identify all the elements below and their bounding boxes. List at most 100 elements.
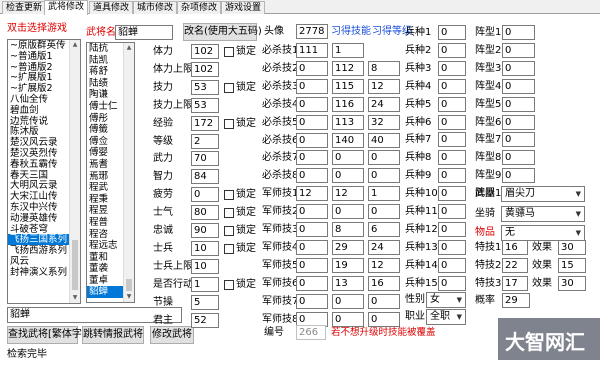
stat-input[interactable]: 2 <box>191 133 219 149</box>
stat-input[interactable]: 53 <box>191 79 219 95</box>
skill-input[interactable]: 0 <box>296 204 328 220</box>
troop-input[interactable]: 0 <box>438 221 466 237</box>
skill-input[interactable]: 0 <box>296 96 328 112</box>
formation-input[interactable]: 0 <box>502 114 535 130</box>
learned-level-input[interactable]: 0 <box>368 168 400 184</box>
skill-input[interactable]: 0 <box>296 60 328 76</box>
learned-level-input[interactable]: 24 <box>368 96 400 112</box>
special-input[interactable]: 22 <box>502 257 528 273</box>
game-list-item[interactable]: ~原版群英传 <box>8 40 70 51</box>
learned-skill-input[interactable]: 1 <box>332 43 364 58</box>
game-list-item[interactable]: 边荒传说 <box>8 116 70 127</box>
skill-input[interactable]: 0 <box>296 150 328 166</box>
skill-input[interactable]: 0 <box>296 132 328 148</box>
jump-general-button[interactable]: 跳转情报武将 <box>82 326 144 344</box>
stat-input[interactable]: 80 <box>191 205 219 221</box>
stat-input[interactable]: 10 <box>191 258 219 274</box>
special-input[interactable]: 16 <box>502 240 528 255</box>
effect-input[interactable]: 15 <box>558 257 586 273</box>
lock-checkbox[interactable] <box>224 190 234 201</box>
special-input[interactable]: 17 <box>502 275 528 291</box>
learned-skill-input[interactable]: 115 <box>332 78 364 94</box>
lock-checkbox[interactable] <box>224 118 234 129</box>
general-list-item[interactable]: 傅士仁 <box>87 101 124 113</box>
general-list-item[interactable]: 貂蝉 <box>87 286 124 299</box>
effect-input[interactable]: 30 <box>558 275 586 291</box>
weapon-select[interactable]: 眉尖刀 ▼ <box>501 186 585 202</box>
game-list-item[interactable]: 楚汉风云录 <box>8 137 70 148</box>
learned-skill-input[interactable]: 0 <box>332 204 364 220</box>
effect-input[interactable]: 30 <box>558 240 586 255</box>
tab-check-update[interactable]: 检查更新 <box>2 1 47 14</box>
skill-input[interactable]: 0 <box>296 168 328 184</box>
rate-input[interactable]: 29 <box>502 293 530 308</box>
general-list-item[interactable]: 傅佥 <box>87 136 124 148</box>
general-list-item[interactable]: 陆凯 <box>87 55 124 67</box>
game-list-item[interactable]: ~普通版1 <box>8 51 70 62</box>
formation-input[interactable]: 0 <box>502 168 535 184</box>
mount-select[interactable]: 黄骠马 ▼ <box>501 205 585 222</box>
learned-skill-input[interactable]: 19 <box>332 257 364 273</box>
stat-input[interactable]: 53 <box>191 97 219 113</box>
troop-input[interactable]: 0 <box>438 150 466 166</box>
general-list-scrollbar[interactable]: ▲ ▼ <box>123 43 134 302</box>
game-list-item[interactable]: 风云 <box>8 256 70 267</box>
general-list-item[interactable]: 傅婴 <box>87 147 124 159</box>
item-select[interactable]: 无 ▼ <box>501 225 585 241</box>
learned-skill-input[interactable]: 0 <box>332 293 364 309</box>
troop-input[interactable]: 0 <box>438 132 466 148</box>
game-list-item[interactable]: 飞扬西游系列 <box>8 245 70 256</box>
stat-input[interactable]: 5 <box>191 294 219 310</box>
troop-input[interactable]: 0 <box>438 168 466 184</box>
game-list-item[interactable]: 封神演义系列 <box>8 267 70 278</box>
game-list-item[interactable]: 飞扬三国系列 <box>8 234 70 245</box>
troop-input[interactable]: 0 <box>438 186 466 202</box>
formation-input[interactable]: 0 <box>502 78 535 94</box>
learned-skill-input[interactable]: 8 <box>332 222 364 237</box>
learned-skill-input[interactable]: 12 <box>332 186 364 202</box>
stat-input[interactable]: 172 <box>191 115 219 131</box>
tab-game-settings[interactable]: 游戏设置 <box>221 1 266 14</box>
game-list-item[interactable]: 八仙全传 <box>8 94 70 105</box>
troop-input[interactable]: 0 <box>438 257 466 273</box>
troop-input[interactable]: 0 <box>438 275 466 291</box>
lock-checkbox[interactable] <box>224 243 234 254</box>
skill-input[interactable]: 0 <box>296 78 328 94</box>
troop-input[interactable]: 0 <box>438 96 466 112</box>
general-list-item[interactable]: 陶谦 <box>87 89 124 101</box>
learned-level-input[interactable]: 24 <box>368 239 400 255</box>
learned-level-input[interactable]: 0 <box>368 150 400 166</box>
learned-level-input[interactable]: 0 <box>368 204 400 220</box>
general-list-item[interactable]: 程远志 <box>87 240 124 252</box>
game-list-item[interactable]: 大宋江山传 <box>8 191 70 202</box>
troop-input[interactable]: 0 <box>438 114 466 130</box>
tab-item-edit[interactable]: 道具修改 <box>89 1 134 14</box>
learned-level-input[interactable]: 8 <box>368 60 400 76</box>
gender-select[interactable]: 女 ▼ <box>426 292 466 308</box>
formation-input[interactable]: 0 <box>502 132 535 148</box>
learned-skill-input[interactable]: 113 <box>332 114 364 130</box>
general-list-item[interactable]: 程昱 <box>87 205 124 217</box>
game-list-item[interactable]: ~普通版2 <box>8 62 70 73</box>
skill-input[interactable]: 0 <box>296 275 328 291</box>
scroll-up-icon[interactable]: ▲ <box>124 43 134 53</box>
tab-general-edit[interactable]: 武将修改 <box>44 0 89 15</box>
learned-skill-input[interactable]: 13 <box>332 275 364 291</box>
scroll-down-icon[interactable]: ▼ <box>70 293 80 303</box>
skill-input[interactable]: 0 <box>296 222 328 237</box>
general-list-item[interactable]: 程武 <box>87 182 124 194</box>
general-list-item[interactable]: 陆抗 <box>87 43 124 55</box>
game-list-scrollbar[interactable]: ▲ ▼ <box>69 40 80 303</box>
lock-checkbox[interactable] <box>224 82 234 93</box>
troop-input[interactable]: 0 <box>438 204 466 219</box>
game-list-item[interactable]: ~扩展版1 <box>8 72 70 83</box>
general-list-item[interactable]: 蒋舒 <box>87 66 124 78</box>
stat-input[interactable]: 84 <box>191 169 219 185</box>
learned-skill-input[interactable]: 116 <box>332 96 364 112</box>
stat-input[interactable]: 52 <box>191 312 219 328</box>
game-list-item[interactable]: 楚汉英烈传 <box>8 148 70 159</box>
stat-input[interactable]: 102 <box>191 61 219 77</box>
scroll-down-icon[interactable]: ▼ <box>124 292 134 302</box>
formation-input[interactable]: 0 <box>502 60 535 76</box>
troop-input[interactable]: 0 <box>438 25 466 40</box>
